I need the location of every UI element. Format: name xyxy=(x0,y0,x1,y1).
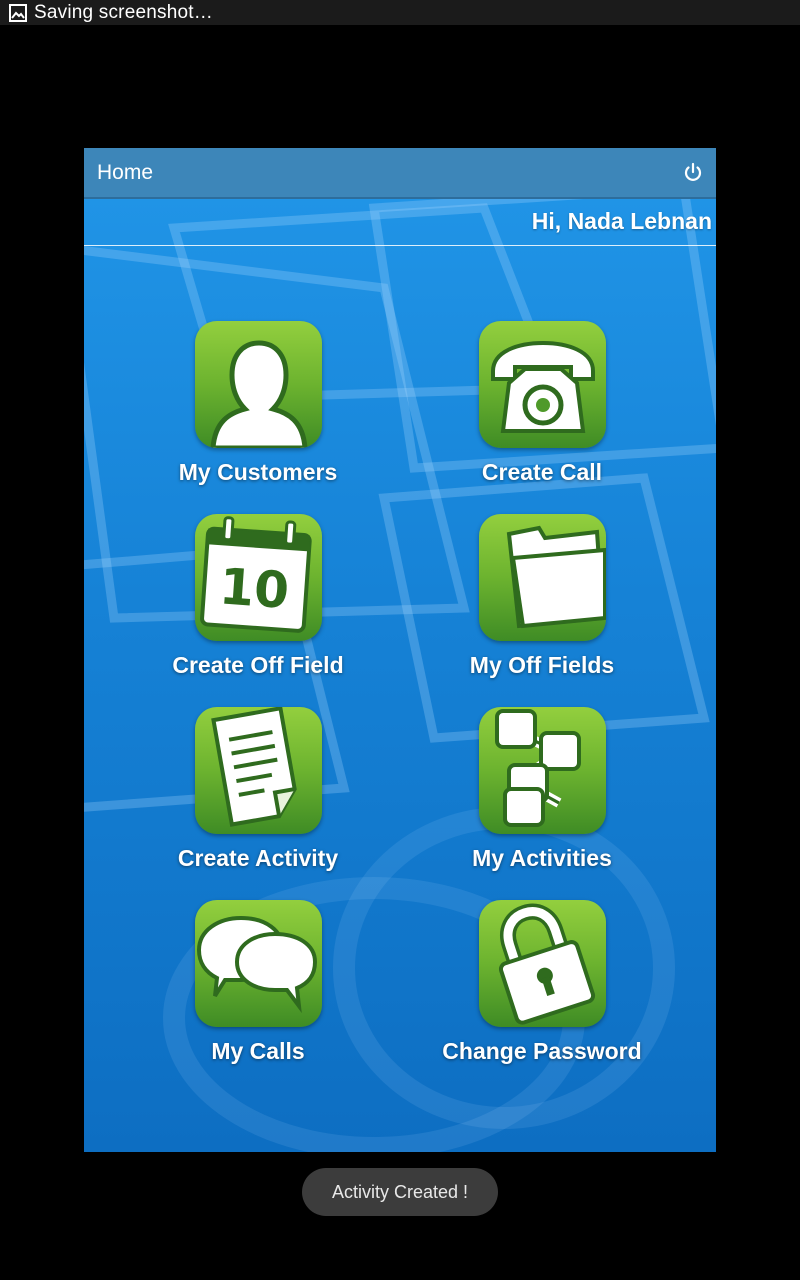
image-icon xyxy=(9,3,27,22)
status-text: Saving screenshot… xyxy=(34,1,213,23)
title-bar: Home xyxy=(84,148,716,199)
menu-item-my-calls[interactable]: My Calls xyxy=(133,900,383,1075)
svg-text:10: 10 xyxy=(217,557,290,620)
menu-item-label: My Customers xyxy=(178,459,338,485)
padlock-icon xyxy=(478,900,606,1027)
telephone-icon xyxy=(478,321,606,448)
document-icon xyxy=(194,707,322,834)
flowchart-icon xyxy=(478,707,606,834)
menu-item-create-call[interactable]: Create Call xyxy=(417,321,667,496)
menu-item-my-activities[interactable]: My Activities xyxy=(417,707,667,882)
divider xyxy=(84,245,716,246)
power-icon xyxy=(684,162,702,181)
person-icon xyxy=(194,321,322,448)
menu-item-label: Change Password xyxy=(442,1038,642,1064)
folder-icon xyxy=(478,514,606,641)
page-title: Home xyxy=(97,160,154,184)
menu-item-create-activity[interactable]: Create Activity xyxy=(133,707,383,882)
menu-item-create-off-field[interactable]: 10 Create Off Field xyxy=(133,514,383,689)
power-button[interactable] xyxy=(678,158,708,188)
chat-bubbles-icon xyxy=(194,900,322,1027)
menu-item-my-customers[interactable]: My Customers xyxy=(133,321,383,496)
menu-item-label: My Activities xyxy=(472,845,612,871)
greeting: Hi, Nada Lebnan xyxy=(531,208,712,234)
menu-item-label: Create Activity xyxy=(177,845,339,871)
menu-item-label: Create Off Field xyxy=(172,652,344,678)
calendar-icon: 10 xyxy=(194,514,322,641)
toast-message: Activity Created ! xyxy=(302,1168,498,1216)
toast-text: Activity Created ! xyxy=(331,1181,469,1202)
menu-item-label: My Off Fields xyxy=(469,652,615,678)
menu-item-my-off-fields[interactable]: My Off Fields xyxy=(417,514,667,689)
menu-item-label: My Calls xyxy=(211,1038,305,1064)
status-bar: Saving screenshot… xyxy=(0,0,800,25)
app-window: Home Hi, Nada Lebnan My Customers Create… xyxy=(84,148,716,1152)
menu-item-change-password[interactable]: Change Password xyxy=(417,900,667,1075)
menu-item-label: Create Call xyxy=(481,459,603,485)
